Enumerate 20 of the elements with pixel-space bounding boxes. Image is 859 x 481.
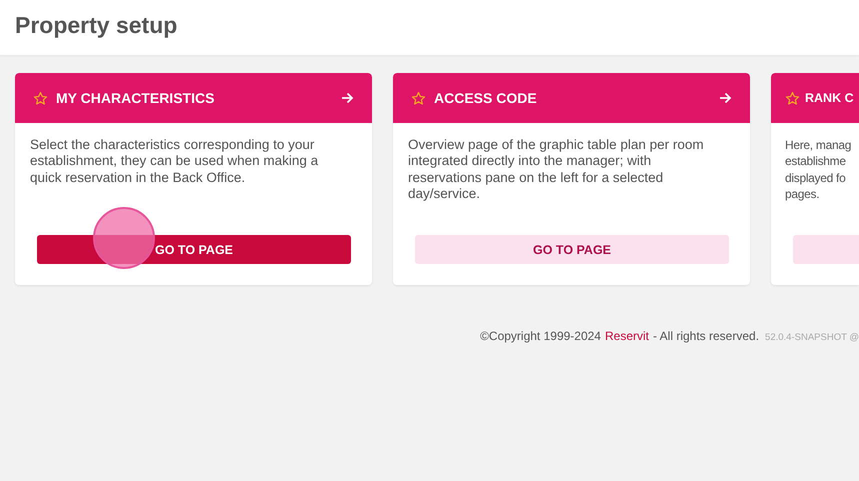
card-header[interactable]: MY CHARACTERISTICS [15, 73, 372, 123]
card-header[interactable]: ACCESS CODE [393, 73, 750, 123]
arrow-right-icon[interactable] [341, 92, 354, 104]
card-header[interactable]: RANK C [771, 73, 859, 123]
card-description: Select the characteristics corresponding to your establishment, they can be used when making a quick reservation in the Back Office. [29, 136, 320, 187]
card-title: MY CHARACTERISTICS [56, 90, 216, 106]
star-icon [411, 90, 426, 106]
arrow-right-icon[interactable] [719, 92, 732, 104]
card-title: RANK C [805, 91, 855, 105]
go-to-page-button[interactable]: GO TO PAGE [415, 235, 729, 264]
copyright-text: ©Copyright 1999-2024 [480, 329, 601, 343]
rights-text: - All rights reserved. [653, 329, 760, 343]
star-icon [785, 90, 800, 106]
brand-link[interactable]: Reservit [604, 329, 649, 343]
card-description: Overview page of the graphic table plan per room integrated directly into the manager; with reservations pane on the left for a selected day/service. [407, 136, 705, 203]
card-description: Here, manag establishme displayed fo pages. [784, 137, 852, 203]
page-title: Property setup [14, 11, 178, 40]
version-text: 52.0.4-SNAPSHOT @ [765, 332, 859, 343]
card-title: ACCESS CODE [434, 90, 538, 106]
star-icon [33, 90, 48, 106]
